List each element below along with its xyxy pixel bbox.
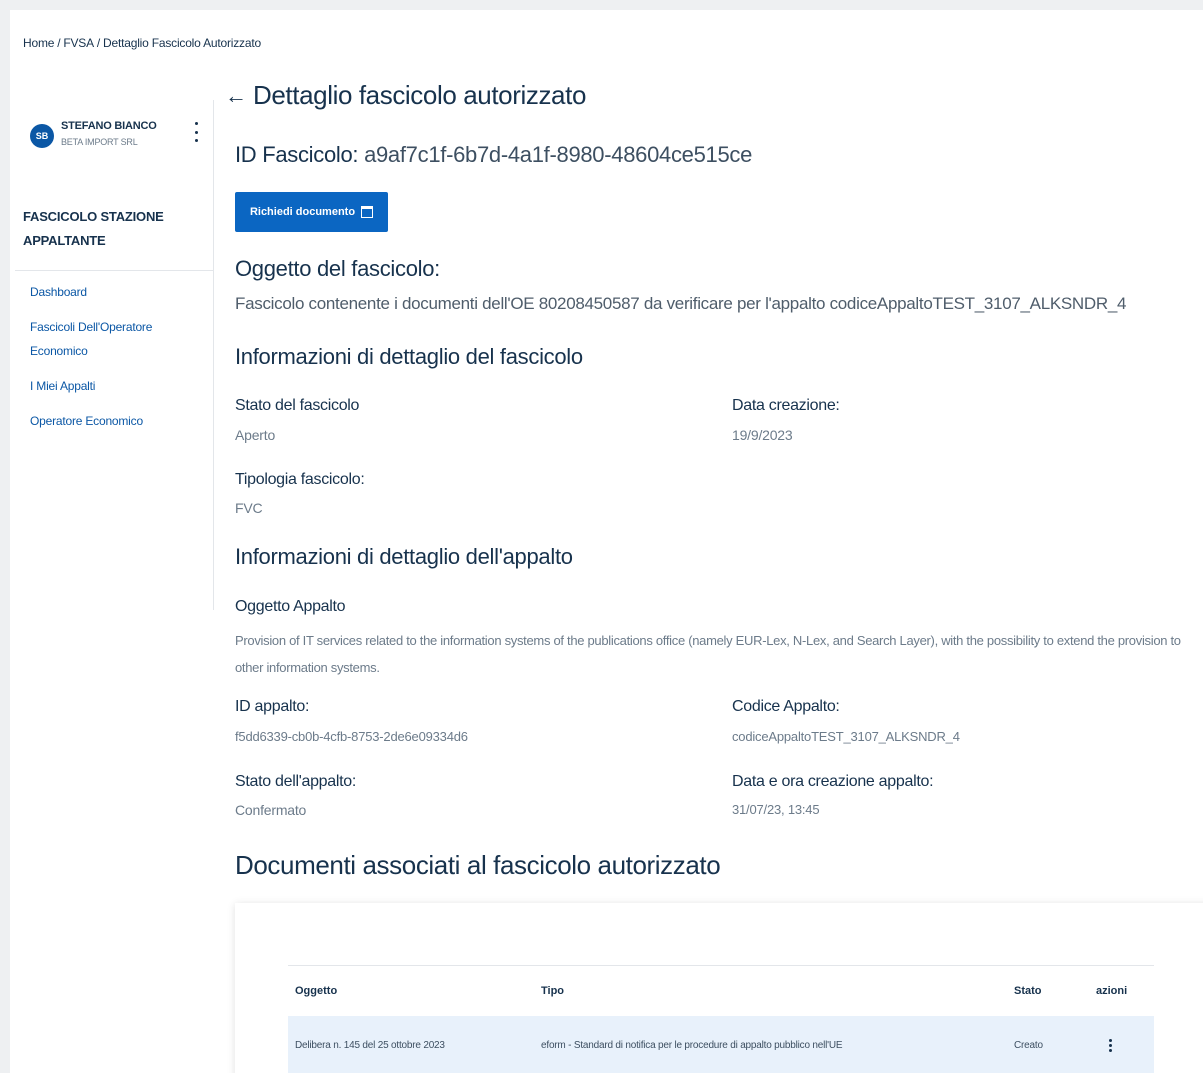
column-header-tipo[interactable]: Tipo [541, 985, 1014, 997]
stato-fascicolo-value: Aperto [235, 427, 276, 443]
tipologia-value: FVC [235, 500, 263, 516]
data-creazione-value: 19/9/2023 [732, 427, 793, 443]
id-appalto-value: f5dd6339-cb0b-4cfb-8753-2de6e09334d6 [235, 729, 468, 744]
oggetto-heading: Oggetto del fascicolo: [235, 256, 440, 281]
appalto-details-heading: Informazioni di dettaglio dell'appalto [235, 544, 573, 569]
id-appalto-label: ID appalto: [235, 698, 310, 715]
table-row[interactable]: Delibera n. 145 del 25 ottobre 2023 efor… [288, 1016, 1154, 1073]
cell-oggetto: Delibera n. 145 del 25 ottobre 2023 [295, 1039, 445, 1051]
user-card: SB STEFANO BIANCO BETA IMPORT SRL [28, 120, 208, 164]
breadcrumb-home[interactable]: Home [23, 36, 54, 50]
documents-card: Oggetto Tipo Stato azioni Delibera n. 14… [235, 903, 1203, 1073]
column-header-oggetto[interactable]: Oggetto [288, 985, 541, 997]
title-row: ← Dettaglio fascicolo autorizzato [225, 80, 586, 111]
breadcrumb-separator: / [57, 36, 61, 50]
sidebar-item-fascicoli-operatore[interactable]: Fascicoli Dell'Operatore Economico [30, 315, 210, 363]
fascicolo-details-heading: Informazioni di dettaglio del fascicolo [235, 344, 583, 369]
oggetto-appalto-label: Oggetto Appalto [235, 598, 346, 615]
user-name: STEFANO BIANCO [61, 120, 157, 132]
column-header-stato[interactable]: Stato [1014, 985, 1096, 997]
page: Home / FVSA / Dettaglio Fascicolo Autorizzat… [10, 10, 1203, 1073]
sidebar-divider [15, 270, 213, 271]
fascicolo-id-value: a9af7c1f-6b7d-4a1f-8980-48604ce515ce [364, 142, 753, 167]
sidebar-item-miei-appalti[interactable]: I Miei Appalti [30, 374, 210, 398]
sidebar: SB STEFANO BIANCO BETA IMPORT SRL FASCIC… [10, 90, 215, 610]
breadcrumb-separator: / [96, 36, 101, 50]
sidebar-section-title: FASCICOLO STAZIONE APPALTANTE [23, 209, 164, 248]
data-creazione-label: Data creazione: [732, 397, 840, 414]
fascicolo-id: ID Fascicolo: a9af7c1f-6b7d-4a1f-8980-48… [235, 142, 752, 168]
back-arrow-icon[interactable]: ← [225, 84, 247, 107]
request-document-button[interactable]: Richiedi documento [235, 192, 388, 232]
data-ora-value: 31/07/23, 13:45 [732, 802, 820, 817]
user-menu-kebab-icon[interactable] [190, 122, 202, 142]
cell-tipo: eform - Standard di notifica per le proc… [541, 1039, 843, 1051]
documenti-heading: Documenti associati al fascicolo autoriz… [235, 850, 721, 880]
document-icon [361, 206, 374, 218]
documents-table: Oggetto Tipo Stato azioni Delibera n. 14… [288, 965, 1154, 1073]
codice-appalto-label: Codice Appalto: [732, 698, 840, 715]
sidebar-item-dashboard[interactable]: Dashboard [30, 280, 210, 304]
oggetto-text: Fascicolo contenente i documenti dell'OE… [235, 294, 1127, 313]
avatar: SB [30, 124, 54, 148]
breadcrumb-fvsa[interactable]: FVSA [63, 36, 94, 50]
data-ora-label: Data e ora creazione appalto: [732, 773, 934, 790]
page-title: Dettaglio fascicolo autorizzato [253, 80, 587, 110]
column-header-azioni: azioni [1096, 985, 1128, 997]
request-document-label: Richiedi documento [249, 206, 356, 218]
stato-fascicolo-label: Stato del fascicolo [235, 397, 360, 414]
tipologia-label: Tipologia fascicolo: [235, 471, 365, 488]
table-header: Oggetto Tipo Stato azioni [288, 965, 1154, 1016]
stato-appalto-value: Confermato [235, 802, 307, 818]
sidebar-nav: Dashboard Fascicoli Dell'Operatore Econo… [30, 280, 210, 444]
oggetto-appalto-value: Provision of IT services related to the … [235, 633, 1181, 675]
user-company: BETA IMPORT SRL [61, 137, 138, 147]
codice-appalto-value: codiceAppaltoTEST_3107_ALKSNDR_4 [732, 729, 960, 744]
main-content: ← Dettaglio fascicolo autorizzato ID Fas… [225, 10, 1203, 1073]
stato-appalto-label: Stato dell'appalto: [235, 773, 357, 790]
cell-azioni [1096, 1038, 1154, 1052]
row-actions-kebab-icon[interactable] [1104, 1038, 1116, 1052]
fascicolo-id-label: ID Fascicolo: [235, 142, 359, 167]
sidebar-vertical-divider [213, 100, 214, 610]
sidebar-item-operatore-economico[interactable]: Operatore Economico [30, 409, 210, 433]
cell-stato: Creato [1014, 1039, 1043, 1051]
